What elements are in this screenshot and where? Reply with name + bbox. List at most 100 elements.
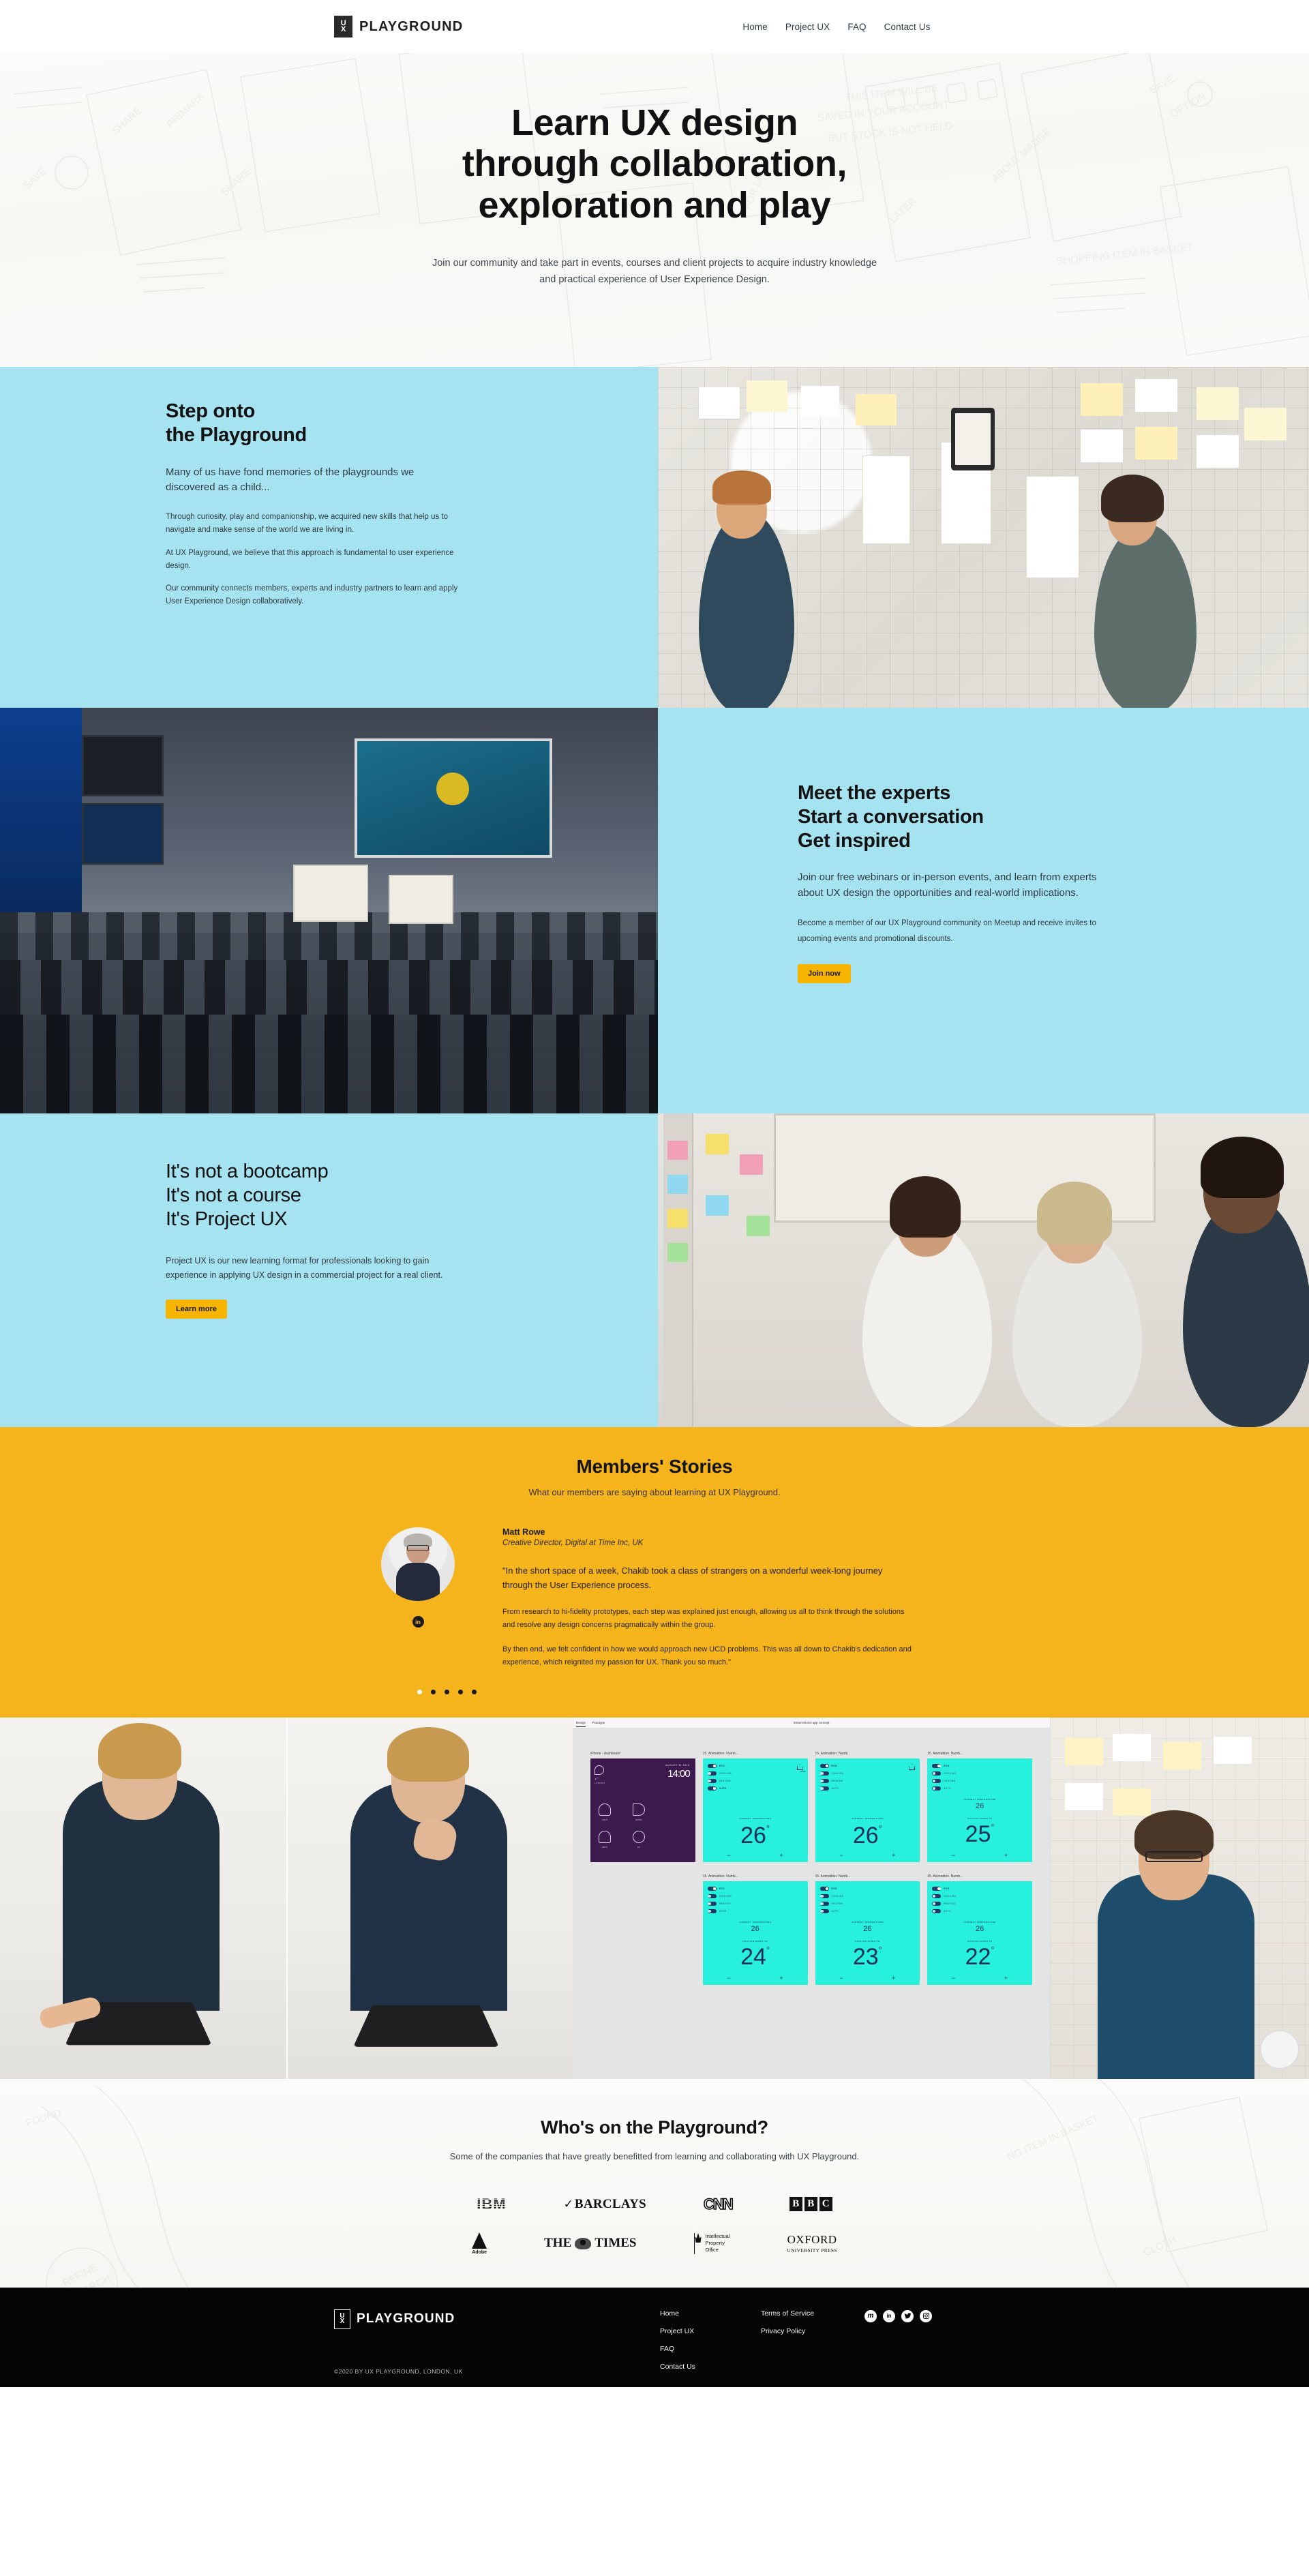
nav-item-home[interactable]: Home xyxy=(742,22,767,32)
figma-frames-row-2: 15. Animattion. Numb... ECO COOLING HEAT… xyxy=(573,1862,1050,1986)
twitter-icon[interactable] xyxy=(901,2309,914,2322)
figma-frame-temp-5[interactable]: 15. Animattion. Numb... ECO COOLING HEAT… xyxy=(815,1874,920,1986)
cooling-down-label-3: COOLING DOWN TO xyxy=(967,1817,993,1821)
figma-frame-temp-1[interactable]: 15. Animattion. Numb... ECO COOLING HEAT… xyxy=(702,1752,808,1863)
logo-oxford-line1: OXFORD xyxy=(787,2233,837,2247)
temp-plus-3[interactable]: + xyxy=(1004,1852,1008,1859)
projectux-title-line1: It's not a bootcamp xyxy=(166,1160,329,1182)
figma-frame-dashboard[interactable]: iPhone - dashboard AUGUST 31 2018 14:00 … xyxy=(590,1752,695,1863)
experts-title: Meet the experts Start a conversation Ge… xyxy=(798,781,1098,852)
temp-stepper-6[interactable]: − + xyxy=(927,1975,1032,1981)
linkedin-icon[interactable]: in xyxy=(412,1616,424,1628)
current-temp-label-3: CURRENT TEMPERATURE xyxy=(963,1798,996,1801)
playground-body: Through curiosity, play and companionshi… xyxy=(166,511,466,609)
client-logos-row-2: Adobe THE TIMES Intellectual Property Of… xyxy=(0,2232,1309,2255)
nav-item-project-ux[interactable]: Project UX xyxy=(785,22,830,32)
toggle-label-heating-6: HEATING xyxy=(944,1902,956,1906)
experts-text-pane: Meet the experts Start a conversation Ge… xyxy=(658,708,1309,1113)
figma-frame-temp-3[interactable]: 15. Animattion. Numb... ECO COOLING HEAT… xyxy=(927,1752,1032,1863)
toggle-label-auto-1: AUTO xyxy=(719,1787,727,1791)
big-temp-value-1: 26 xyxy=(740,1823,766,1849)
temp-minus-6[interactable]: − xyxy=(952,1975,955,1981)
carousel-dot-4[interactable] xyxy=(458,1690,463,1695)
carousel-dot-1[interactable] xyxy=(417,1690,422,1695)
dashboard-city: LONDON xyxy=(595,1782,605,1785)
big-temp-3: 25° xyxy=(927,1823,1032,1846)
current-temp-value-4: 26 xyxy=(751,1925,759,1934)
figma-frame-temp-2[interactable]: 15. Animattion. Numb... ECO COOLING HEAT… xyxy=(815,1752,920,1863)
footer-link-faq[interactable]: FAQ xyxy=(660,2345,695,2353)
projectux-title: It's not a bootcamp It's not a course It… xyxy=(166,1160,466,1231)
toggle-label-cooling-2: COOLING xyxy=(831,1772,844,1776)
footer-logo[interactable]: U X PLAYGROUND xyxy=(334,2309,455,2329)
meetup-icon[interactable]: m xyxy=(864,2309,877,2322)
hero-heading-line1: Learn UX design xyxy=(511,102,798,143)
temp-stepper-1[interactable]: − + xyxy=(703,1852,808,1859)
instagram-icon[interactable] xyxy=(920,2309,932,2322)
section-project-ux: It's not a bootcamp It's not a course It… xyxy=(0,1113,1309,1427)
learn-more-button[interactable]: Learn more xyxy=(166,1299,227,1319)
toggle-label-eco-5: ECO xyxy=(831,1887,837,1891)
site-logo[interactable]: U X PLAYGROUND xyxy=(334,16,463,38)
temp-minus-3[interactable]: − xyxy=(952,1852,955,1859)
temp-stepper-3[interactable]: − + xyxy=(927,1852,1032,1859)
figma-frame-temp-4[interactable]: 15. Animattion. Numb... ECO COOLING HEAT… xyxy=(702,1874,808,1986)
temp-plus-1[interactable]: + xyxy=(779,1852,783,1859)
section-members-stories: Members' Stories What our members are sa… xyxy=(0,1427,1309,1718)
figma-toolbar: Design Prototype Smart Device app concep… xyxy=(573,1718,1050,1729)
toggle-label-eco-6: ECO xyxy=(944,1887,950,1891)
tablet-2 xyxy=(353,2005,499,2047)
experts-body: Become a member of our UX Playground com… xyxy=(798,916,1098,946)
carousel-dot-2[interactable] xyxy=(431,1690,436,1695)
logo-bbc-c: C xyxy=(819,2197,832,2212)
temp-stepper-2[interactable]: − + xyxy=(815,1852,920,1859)
footer-link-terms-of-service[interactable]: Terms of Service xyxy=(761,2309,814,2318)
nav-item-contact-us[interactable]: Contact Us xyxy=(884,22,931,32)
screen-temp-4: ECO COOLING HEATING AUTO CURRENT TEMPERA… xyxy=(702,1881,808,1986)
playground-p2: At UX Playground, we believe that this a… xyxy=(166,548,454,570)
big-temp-degree-3: ° xyxy=(991,1822,995,1833)
linkedin-icon[interactable]: in xyxy=(883,2309,895,2322)
footer-link-privacy-policy[interactable]: Privacy Policy xyxy=(761,2327,814,2335)
current-temp-value-3: 26 xyxy=(976,1802,984,1811)
big-temp-degree-2: ° xyxy=(878,1823,882,1834)
current-temp-value-6: 26 xyxy=(976,1925,984,1934)
figma-file-title: Smart Device app concept xyxy=(793,1721,830,1725)
footer-link-home[interactable]: Home xyxy=(660,2309,695,2318)
join-now-button[interactable]: Join now xyxy=(798,964,851,984)
section-gallery-strip: Design Prototype Smart Device app concep… xyxy=(0,1718,1309,2080)
temp-stepper-5[interactable]: − + xyxy=(815,1975,920,1981)
footer-logo-wordmark: PLAYGROUND xyxy=(357,2311,455,2326)
temp-plus-2[interactable]: + xyxy=(892,1852,895,1859)
nav-item-faq[interactable]: FAQ xyxy=(847,22,866,32)
testimonial-card: in Matt Rowe Creative Director, Digital … xyxy=(365,1527,1309,1669)
current-temp-label-6: CURRENT TEMPERATURE xyxy=(963,1921,996,1924)
toggle-label-cooling-4: COOLING xyxy=(719,1895,732,1898)
temp-plus-5[interactable]: + xyxy=(892,1975,895,1981)
temp-stepper-4[interactable]: − + xyxy=(703,1975,808,1981)
svg-text:LATER: LATER xyxy=(887,196,919,226)
temp-minus-2[interactable]: − xyxy=(839,1852,843,1859)
current-temp-value-5: 26 xyxy=(863,1925,872,1934)
temp-minus-4[interactable]: − xyxy=(727,1975,731,1981)
footer-link-contact-us[interactable]: Contact Us xyxy=(660,2363,695,2371)
logo-the-times: THE TIMES xyxy=(544,2236,636,2251)
cooling-down-label-5: COOLING DOWN TO xyxy=(855,1940,880,1943)
svg-text:PRIMARK: PRIMARK xyxy=(164,91,207,130)
temp-minus-1[interactable]: − xyxy=(727,1852,731,1859)
carousel-dot-5[interactable] xyxy=(472,1690,477,1695)
testimonial-avatar-column: in xyxy=(365,1527,471,1669)
temp-plus-6[interactable]: + xyxy=(1004,1975,1008,1981)
experts-photo-conference xyxy=(0,708,658,1113)
temp-minus-5[interactable]: − xyxy=(839,1975,843,1981)
footer-link-project-ux[interactable]: Project UX xyxy=(660,2327,695,2335)
members-subtitle: What our members are saying about learni… xyxy=(528,1487,781,1497)
figma-frame-temp-6[interactable]: 15. Animattion. Numb... ECO COOLING HEAT… xyxy=(927,1874,1032,1986)
temp-plus-4[interactable]: + xyxy=(779,1975,783,1981)
playground-title-line1: Step onto xyxy=(166,400,256,422)
cooling-down-label-4: COOLING DOWN TO xyxy=(742,1940,768,1943)
dashboard-tile-2-label: MUSIC xyxy=(635,1818,642,1822)
logo-bbc: B B C xyxy=(789,2197,832,2212)
carousel-dot-3[interactable] xyxy=(445,1690,449,1695)
logo-oxford-line2: UNIVERSITY PRESS xyxy=(787,2247,837,2254)
